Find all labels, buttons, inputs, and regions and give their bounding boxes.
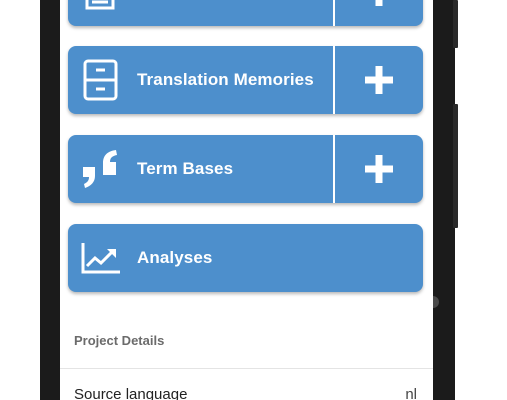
add-translation-memory-button[interactable] (333, 46, 423, 114)
phone-frame-right (433, 0, 455, 400)
tile-term-bases[interactable]: Term Bases (68, 135, 423, 203)
detail-row-source-language[interactable]: Source language nl (60, 384, 433, 400)
document-icon (80, 0, 122, 13)
divider (60, 368, 433, 369)
translation-memories-button[interactable]: Translation Memories (68, 46, 333, 114)
tile-top-add-button[interactable] (333, 0, 423, 26)
detail-value: nl (405, 385, 417, 400)
term-bases-button[interactable]: Term Bases (68, 135, 333, 203)
phone-side-button (453, 0, 458, 48)
tile-translation-memories[interactable]: Translation Memories (68, 46, 423, 114)
analyses-button[interactable]: Analyses (68, 224, 423, 292)
tile-top-main[interactable] (68, 0, 333, 26)
translation-memories-label: Translation Memories (137, 70, 314, 89)
project-details-heading: Project Details (74, 333, 165, 348)
add-term-base-button[interactable] (333, 135, 423, 203)
term-bases-label: Term Bases (137, 159, 234, 178)
quote-icon (80, 148, 122, 190)
phone-side-button (453, 104, 458, 228)
phone-frame-left (40, 0, 60, 400)
tile-top[interactable] (68, 0, 423, 26)
detail-label: Source language (74, 385, 188, 400)
analyses-label: Analyses (137, 248, 213, 267)
tile-analyses[interactable]: Analyses (68, 224, 423, 292)
plus-icon (365, 66, 393, 94)
file-cabinet-icon (80, 59, 122, 101)
plus-icon (365, 155, 393, 183)
chart-line-icon (80, 237, 122, 279)
plus-icon (375, 0, 383, 6)
app-screen: Translation Memories Term Bases Analyses… (60, 0, 433, 400)
